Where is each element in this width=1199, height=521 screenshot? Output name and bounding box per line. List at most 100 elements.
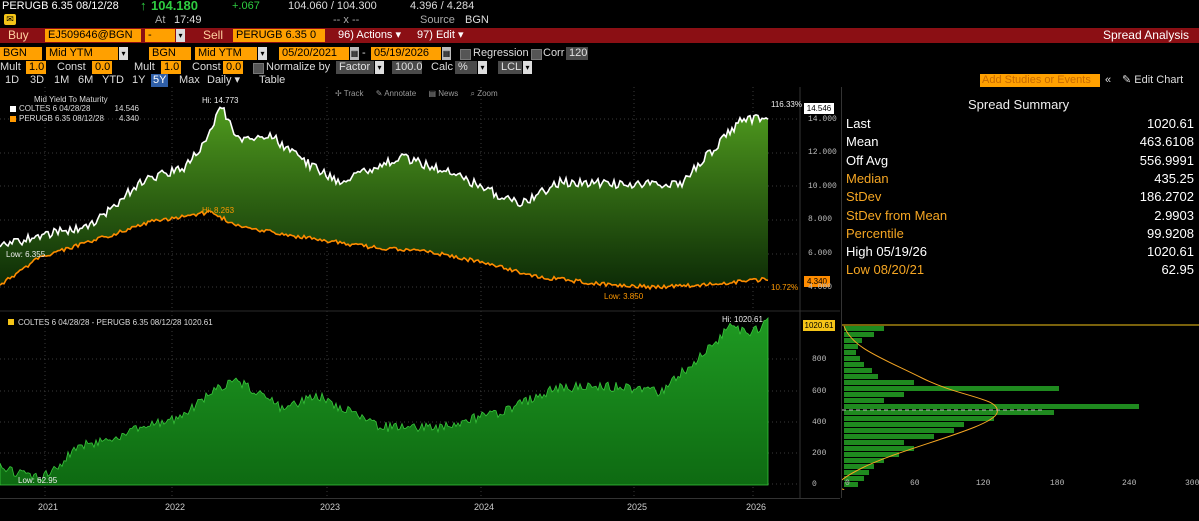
corr-checkbox[interactable]: [531, 49, 542, 60]
mult2-label: Mult: [134, 61, 155, 73]
news-tool[interactable]: ▤ News: [428, 89, 458, 98]
const1-label: Const: [57, 61, 86, 73]
bottom-legend[interactable]: COLTES 6 04/28/28 - PERUGB 6.35 08/12/28…: [8, 318, 213, 327]
y-tick-8: 8.000: [808, 215, 833, 224]
summary-value: 1020.61: [1147, 116, 1194, 131]
summary-label: Last: [846, 116, 871, 131]
calc-label: Calc: [431, 61, 454, 73]
field1-dropdown-icon[interactable]: ▾: [119, 47, 128, 60]
source-value: BGN: [465, 14, 489, 26]
normalize-dropdown-icon[interactable]: ▾: [375, 61, 384, 74]
end-date-field[interactable]: 05/19/2026: [371, 47, 441, 60]
mult1-label: Mult: [0, 61, 21, 73]
hist-bar: [844, 416, 994, 421]
period-1y[interactable]: 1Y: [132, 74, 145, 87]
sell-security-field[interactable]: PERUGB 6.35 0: [233, 29, 325, 42]
hist-bar: [844, 404, 1139, 409]
hist-tick: 240: [1122, 479, 1137, 488]
hist-bar: [844, 368, 872, 373]
currency-select[interactable]: LCL: [498, 61, 522, 74]
date-separator: -: [362, 47, 366, 59]
currency-dropdown-icon[interactable]: ▾: [523, 61, 532, 74]
period-6m[interactable]: 6M: [78, 74, 93, 87]
calc-select[interactable]: %: [455, 61, 477, 74]
summary-value: 556.9991: [1139, 152, 1194, 168]
corr-window-field[interactable]: 120: [566, 47, 588, 60]
hist-bar: [844, 434, 934, 439]
const2-field[interactable]: 0.0: [223, 61, 243, 74]
legend-row-perugb[interactable]: PERUGB 6.35 08/12/28 4.340: [4, 114, 139, 124]
hist-tick: 300: [1185, 479, 1199, 488]
edit-number: 97): [417, 29, 433, 41]
normalize-checkbox[interactable]: [253, 63, 264, 74]
alert-bell-icon[interactable]: ✉: [4, 14, 16, 25]
period-ytd[interactable]: YTD: [102, 74, 124, 87]
table-button[interactable]: Table: [259, 74, 285, 87]
calendar-icon[interactable]: ▦: [442, 47, 451, 60]
track-tool[interactable]: ✢ Track: [335, 89, 363, 98]
hist-bar: [844, 374, 878, 379]
y-tick-14: 14.000: [808, 115, 837, 124]
annotate-tool[interactable]: ✎ Annotate: [376, 89, 417, 98]
collapse-icon[interactable]: «: [1105, 74, 1111, 87]
action-bar: Buy EJ509646@BGN - ▾ Sell PERUGB 6.35 0 …: [0, 28, 1199, 43]
legend-row-coltes[interactable]: COLTES 6 04/28/28 14.546: [4, 104, 139, 114]
buy-security-field[interactable]: EJ509646@BGN: [45, 29, 141, 42]
source2-field[interactable]: BGN: [149, 47, 191, 60]
mult1-field[interactable]: 1.0: [26, 61, 46, 74]
low-orange-label: Low: 3.850: [604, 292, 644, 301]
period-5y[interactable]: 5Y: [151, 74, 169, 87]
yield-pair: 4.396 / 4.284: [410, 0, 475, 12]
field2-dropdown-icon[interactable]: ▾: [258, 47, 267, 60]
buy-source-field[interactable]: -: [145, 29, 175, 42]
legend-name-coltes: COLTES 6 04/28/28: [19, 104, 91, 113]
chart-toolbar: ✢ Track ✎ Annotate ▤ News ⌕ Zoom: [335, 89, 498, 99]
summary-value: 186.2702: [1139, 189, 1194, 205]
hist-bar: [844, 398, 884, 403]
hist-tick: 0: [845, 479, 850, 488]
buy-dropdown-icon[interactable]: ▾: [176, 29, 185, 42]
mult2-field[interactable]: 1.0: [161, 61, 181, 74]
normalize-select[interactable]: Factor: [336, 61, 374, 74]
edit-menu[interactable]: 97) Edit ▾: [417, 29, 464, 42]
summary-label: StDev from Mean: [846, 207, 948, 223]
last-price: 104.180: [151, 0, 198, 13]
chart-svg[interactable]: [0, 87, 840, 498]
const1-field[interactable]: 0.0: [92, 61, 112, 74]
legend-swatch-yellow: [8, 319, 14, 325]
regression-checkbox[interactable]: [460, 49, 471, 60]
frequency-select[interactable]: Daily ▾: [207, 74, 240, 87]
quote-time: 17:49: [174, 14, 202, 26]
field2-select[interactable]: Mid YTM: [195, 47, 257, 60]
period-1d[interactable]: 1D: [5, 74, 19, 87]
source1-field[interactable]: BGN: [0, 47, 42, 60]
hi-white-label: Hi: 14.773: [202, 96, 239, 105]
buy-label: Buy: [8, 28, 29, 42]
normalize-value-field[interactable]: 100.0: [392, 61, 422, 74]
pencil-icon: ✎: [1122, 74, 1132, 86]
ticker-label: PERUGB 6.35 08/12/28: [2, 0, 119, 12]
period-1m[interactable]: 1M: [54, 74, 69, 87]
y2-tick-600: 600: [812, 387, 827, 396]
actions-menu[interactable]: 96) Actions ▾: [338, 29, 401, 42]
edit-chart-button[interactable]: ✎ Edit Chart: [1122, 74, 1183, 87]
period-max[interactable]: Max: [179, 74, 200, 87]
period-3d[interactable]: 3D: [30, 74, 44, 87]
start-date-field[interactable]: 05/20/2021: [279, 47, 349, 60]
chevron-down-icon: ▾: [395, 29, 402, 41]
field1-select[interactable]: Mid YTM: [46, 47, 118, 60]
summary-label: StDev: [846, 189, 882, 205]
add-studies-input[interactable]: Add Studies or Events: [980, 74, 1100, 87]
low-white-label: Low: 6.355: [6, 250, 46, 259]
zoom-tool[interactable]: ⌕ Zoom: [471, 89, 498, 98]
y-tick-4: 4.000: [808, 283, 833, 292]
corr-label: Corr: [543, 47, 565, 59]
summary-value: 99.9208: [1147, 225, 1194, 241]
hist-bar: [844, 392, 904, 397]
hist-tick: 60: [910, 479, 920, 488]
actions-label: Actions: [356, 29, 393, 41]
calc-dropdown-icon[interactable]: ▾: [478, 61, 487, 74]
summary-value: 463.6108: [1139, 134, 1194, 150]
summary-label: Mean: [846, 134, 879, 150]
calendar-icon[interactable]: ▦: [350, 47, 359, 60]
